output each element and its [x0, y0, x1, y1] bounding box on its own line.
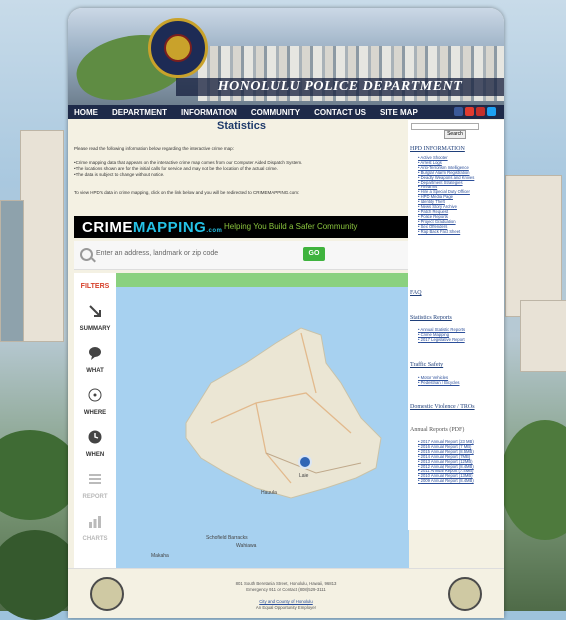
map-label: Laie	[299, 473, 309, 479]
background-building	[520, 300, 566, 372]
intro-text: Please read the following information be…	[74, 146, 234, 151]
footer-equal-opportunity: An Equal Opportunity Employer	[255, 605, 317, 610]
facebook-icon[interactable]	[454, 107, 463, 116]
nav-department[interactable]: DEPARTMENT	[112, 108, 167, 117]
statistics-reports-heading[interactable]: Statistics Reports	[410, 315, 452, 321]
main-content: Statistics Please read the following inf…	[74, 120, 409, 568]
nav-home[interactable]: HOME	[74, 108, 98, 117]
map-label: Makaha	[151, 553, 169, 559]
tool-report[interactable]: REPORT	[74, 472, 116, 500]
map-tool-sidebar: FILTERS SUMMARY WHAT WHERE WHEN REPORT C…	[74, 273, 117, 568]
hpd-information-heading[interactable]: HPD INFORMATION	[410, 146, 465, 152]
instagram-icon[interactable]	[465, 107, 474, 116]
hpd-links: Active Shooter Arrest Logs Anti-Terroris…	[418, 155, 474, 235]
tool-charts[interactable]: CHARTS	[74, 514, 116, 542]
nav-contact-us[interactable]: CONTACT US	[314, 108, 366, 117]
redirect-text: To view HPD's data in crime mapping, cli…	[74, 190, 300, 195]
footer-address: 801 South Beretania Street, Honolulu, Ha…	[235, 581, 337, 586]
footer-city-link[interactable]: City and County of Honolulu	[188, 599, 384, 604]
background-building	[20, 130, 64, 342]
crimemapping-banner[interactable]: CRIMEMAPPING.com Helping You Build a Saf…	[74, 216, 409, 238]
nav-community[interactable]: COMMUNITY	[251, 108, 300, 117]
footer-emergency: Emergency 911 or Contact (808)529-3111	[246, 587, 326, 592]
sidebar-link[interactable]: 2009 Annual Report (8.4MB)	[418, 478, 474, 484]
crimemapping-logo: CRIMEMAPPING.com	[82, 219, 223, 236]
search-icon	[80, 248, 93, 261]
youtube-icon[interactable]	[476, 107, 485, 116]
crime-map[interactable]: Laie Hauula Schofield Barracks Wahiawa M…	[116, 273, 409, 568]
sidebar-link[interactable]: 2017 Legislative Report	[418, 337, 465, 343]
background-building	[505, 175, 562, 317]
annual-report-links: 2017 Annual Report (23 MB) 2016 Annual R…	[418, 439, 474, 484]
nav-information[interactable]: INFORMATION	[181, 108, 237, 117]
tool-what[interactable]: WHAT	[74, 346, 116, 374]
traffic-safety-heading[interactable]: Traffic Safety	[410, 362, 443, 368]
map-label: Wahiawa	[236, 543, 257, 549]
sidebar-link[interactable]: Rap Back Fact Sheet	[418, 229, 474, 235]
arrow-icon	[89, 305, 101, 317]
location-pin-icon[interactable]	[298, 455, 312, 469]
bullet-text: •The data is subject to change without n…	[74, 172, 165, 177]
search-button[interactable]: Search	[444, 130, 466, 139]
speech-icon	[89, 347, 101, 360]
social-links	[454, 107, 496, 116]
stats-links: Annual Statistic Reports Crime Mapping 2…	[418, 327, 465, 343]
filters-label[interactable]: FILTERS	[74, 283, 116, 290]
traffic-links: Motor Vehicles Pedestrian / Bicycles	[418, 375, 460, 386]
site-title: HONOLULU POLICE DEPARTMENT	[176, 78, 504, 96]
hpd-footer-seal	[90, 577, 124, 611]
domestic-violence-heading[interactable]: Domestic Violence / TROs	[410, 404, 475, 410]
target-icon	[88, 388, 102, 402]
annual-reports-heading: Annual Reports (PDF)	[410, 427, 465, 433]
header-banner: HONOLULU POLICE DEPARTMENT	[68, 8, 504, 105]
tool-where[interactable]: WHERE	[74, 388, 116, 416]
oahu-map-graphic	[185, 327, 382, 499]
address-search-input[interactable]: Enter an address, landmark or zip code	[96, 250, 218, 257]
bar-chart-icon	[89, 516, 101, 528]
site-search-input[interactable]	[411, 123, 479, 130]
faq-link[interactable]: FAQ	[410, 290, 422, 296]
hpd-website: HONOLULU POLICE DEPARTMENT HOME DEPARTME…	[68, 8, 504, 618]
accreditation-badge	[448, 577, 482, 611]
list-icon	[89, 474, 101, 484]
map-label: Hauula	[261, 490, 277, 496]
page-title: Statistics	[217, 120, 266, 132]
tool-summary[interactable]: SUMMARY	[74, 304, 116, 332]
map-search-bar: Enter an address, landmark or zip code G…	[74, 241, 409, 270]
clock-icon	[88, 430, 102, 444]
main-nav: HOME DEPARTMENT INFORMATION COMMUNITY CO…	[68, 105, 504, 119]
tool-when[interactable]: WHEN	[74, 430, 116, 458]
hpd-seal-logo[interactable]	[148, 18, 208, 78]
background-building	[0, 200, 24, 342]
go-button[interactable]: GO	[303, 247, 325, 261]
sidebar-link[interactable]: Pedestrian / Bicycles	[418, 380, 460, 386]
map-label: Schofield Barracks	[206, 535, 248, 541]
nav-site-map[interactable]: SITE MAP	[380, 108, 418, 117]
right-sidebar: Search HPD INFORMATION Active Shooter Ar…	[408, 120, 504, 530]
twitter-icon[interactable]	[487, 107, 496, 116]
crimemapping-tagline: Helping You Build a Safer Community	[224, 222, 358, 231]
